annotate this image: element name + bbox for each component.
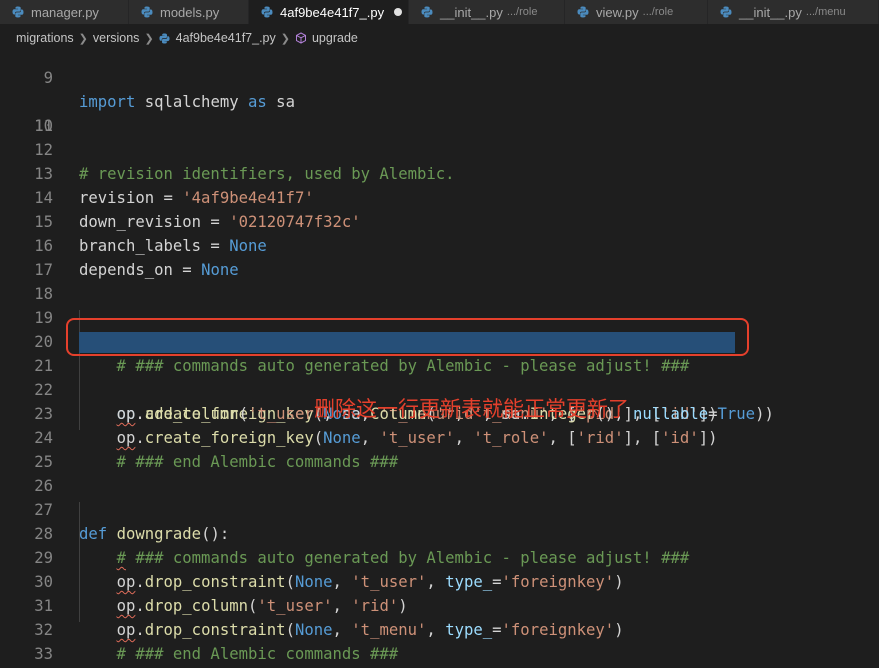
method-cube-icon [295, 32, 306, 44]
code-line-32[interactable]: 32 # ### end Alembic commands ### [0, 594, 879, 663]
tab-init-py-menu[interactable]: __init__.py .../menu [708, 0, 879, 24]
tab-label: __init__.py [440, 4, 503, 20]
tab-4af9be4e41f7-py[interactable]: 4af9be4e41f7_.py [249, 0, 409, 24]
code-line-22[interactable]: 22 op.add_column('t_user', sa.Column('ri… [0, 354, 879, 423]
code-line-26[interactable]: 26 [0, 450, 879, 495]
code-line-25[interactable]: 25 [0, 426, 879, 471]
python-file-icon [421, 6, 433, 18]
chevron-right-icon: ❯ [280, 32, 290, 45]
python-file-icon [12, 6, 24, 18]
tab-init-py-role[interactable]: __init__.py .../role [409, 0, 565, 24]
tab-label: manager.py [31, 4, 99, 20]
tab-manager-py[interactable]: manager.py [0, 0, 129, 24]
python-file-icon [577, 6, 589, 18]
chevron-right-icon: ❯ [144, 32, 154, 45]
code-line-15[interactable]: 15 branch_labels = None [0, 186, 879, 255]
code-line-18[interactable]: 18 [0, 258, 879, 303]
code-line-16[interactable]: 16 depends_on = None [0, 210, 879, 279]
code-line-11[interactable]: 11 [0, 90, 879, 135]
line-number: 33 [34, 645, 53, 663]
tab-description: .../role [642, 6, 674, 18]
code-text: # ### end Alembic commands ### [79, 645, 399, 663]
tab-label: view.py [596, 4, 639, 20]
python-file-icon [261, 6, 273, 18]
chevron-right-icon: ❯ [78, 32, 88, 45]
code-line-28[interactable]: 28 # ### commands auto generated by Alem… [0, 498, 879, 567]
code-line-14[interactable]: 14 down_revision = '02120747f32c' [0, 162, 879, 231]
annotation-highlight-box [66, 318, 749, 356]
python-file-icon [159, 32, 170, 44]
code-editor[interactable]: 9 import sqlalchemy as sa 10 11 12 # rev… [0, 52, 879, 668]
line-number: 9 [43, 69, 53, 87]
unsaved-dot-icon[interactable] [394, 8, 403, 16]
breadcrumb-item-file[interactable]: 4af9be4e41f7_.py [176, 31, 276, 45]
breadcrumb-item-migrations[interactable]: migrations [16, 31, 74, 45]
python-file-icon [720, 6, 732, 18]
code-line-12[interactable]: 12 # revision identifiers, used by Alemb… [0, 114, 879, 183]
tab-models-py[interactable]: models.py [129, 0, 249, 24]
code-line-31[interactable]: 31 op.drop_constraint(None, 't_menu', ty… [0, 570, 879, 639]
python-file-icon [141, 6, 153, 18]
tab-view-py-role[interactable]: view.py .../role [565, 0, 708, 24]
tab-label: __init__.py [739, 4, 802, 20]
annotation-text: 删除这一行更新表就能正常更新了 [314, 397, 629, 421]
tab-description: .../role [506, 6, 538, 18]
code-line-13[interactable]: 13 revision = '4af9be4e41f7' [0, 138, 879, 207]
editor-tab-bar: manager.py models.py 4af9be4e41f7_.py __… [0, 0, 879, 24]
breadcrumb-item-versions[interactable]: versions [93, 31, 140, 45]
tab-label: models.py [160, 4, 220, 20]
tab-label: 4af9be4e41f7_.py [280, 4, 385, 20]
code-line-27[interactable]: 27 def downgrade(): [0, 474, 879, 543]
code-line-33[interactable]: 33 [0, 618, 879, 663]
code-line-17[interactable]: 17 [0, 234, 879, 279]
code-line-9[interactable]: 9 import sqlalchemy as sa [0, 52, 879, 111]
code-line-19[interactable]: 19 def upgrade(): [0, 282, 879, 351]
breadcrumb-item-upgrade[interactable]: upgrade [312, 31, 358, 45]
code-line-29[interactable]: 29 op.drop_constraint(None, 't_user', ty… [0, 522, 879, 591]
tab-description: .../menu [805, 6, 846, 18]
breadcrumb: migrations ❯ versions ❯ 4af9be4e41f7_.py… [0, 24, 879, 52]
code-line-30[interactable]: 30 op.drop_column('t_user', 'rid') [0, 546, 879, 615]
